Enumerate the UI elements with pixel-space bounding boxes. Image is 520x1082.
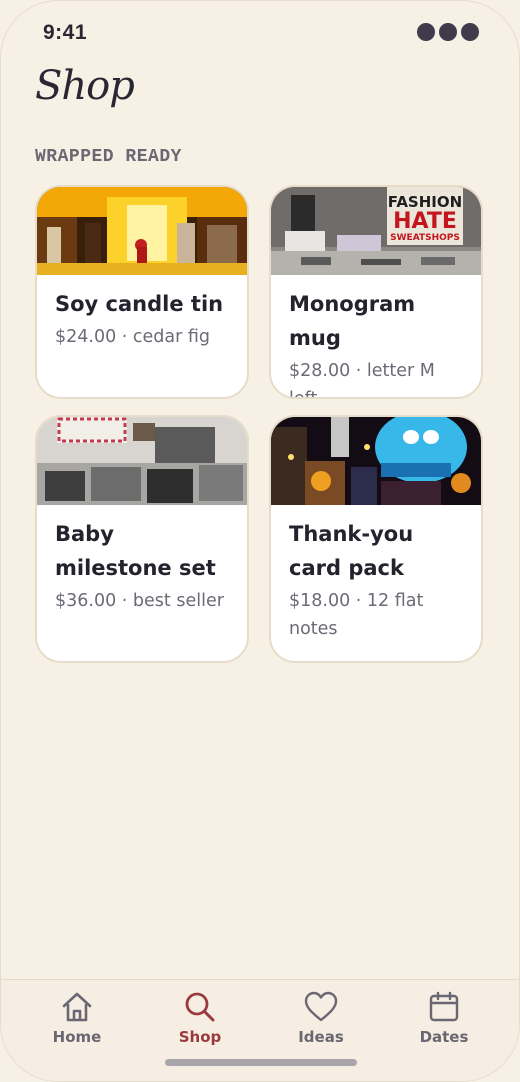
tab-label: Dates bbox=[419, 1028, 469, 1046]
status-time: 9:41 bbox=[43, 21, 88, 44]
more-dots-icon bbox=[417, 23, 479, 41]
product-meta: $36.00 · best seller bbox=[55, 591, 224, 611]
tab-bar: Home Shop Ideas Dates bbox=[1, 979, 519, 1081]
status-bar: 9:41 bbox=[1, 1, 519, 65]
search-icon bbox=[185, 992, 215, 1022]
product-card-soy-candle-tin[interactable]: Soy candle tin $24.00 · cedar fig bbox=[35, 185, 249, 399]
product-photo bbox=[271, 417, 481, 505]
page-title: Shop bbox=[35, 63, 135, 109]
product-meta: $18.00 · 12 flat notes bbox=[289, 591, 424, 639]
product-title: Thank-you card pack bbox=[289, 522, 414, 580]
phone-screen: 9:41 Shop WRAPPED READY Soy candle tin $… bbox=[0, 0, 520, 1082]
product-photo bbox=[37, 417, 247, 505]
product-card-monogram-mug[interactable]: FASHION HATE SWEATSHOPS Monogram mug $28… bbox=[269, 185, 483, 399]
calendar-icon bbox=[429, 991, 459, 1022]
home-icon bbox=[62, 992, 92, 1022]
product-meta: $24.00 · cedar fig bbox=[55, 327, 211, 347]
tab-ideas[interactable]: Ideas bbox=[266, 990, 376, 1046]
home-indicator[interactable] bbox=[165, 1059, 357, 1066]
tab-label: Home bbox=[52, 1028, 102, 1046]
section-label: WRAPPED READY bbox=[35, 147, 182, 167]
sign-text-2: HATE bbox=[393, 209, 457, 234]
product-card-thank-you-card-pack[interactable]: Thank-you card pack $18.00 · 12 flat not… bbox=[269, 415, 483, 663]
sign-text-3: SWEATSHOPS bbox=[390, 233, 460, 243]
dot bbox=[461, 23, 479, 41]
product-photo bbox=[37, 187, 247, 275]
tab-home[interactable]: Home bbox=[22, 990, 132, 1046]
product-photo: FASHION HATE SWEATSHOPS bbox=[271, 187, 481, 275]
product-title: Monogram mug bbox=[289, 292, 416, 350]
heart-icon bbox=[304, 991, 338, 1022]
product-title: Soy candle tin bbox=[55, 292, 224, 316]
tab-shop[interactable]: Shop bbox=[145, 990, 255, 1046]
tab-label: Shop bbox=[178, 1028, 222, 1046]
tab-dates[interactable]: Dates bbox=[389, 990, 499, 1046]
product-card-baby-milestone-set[interactable]: Baby milestone set $36.00 · best seller bbox=[35, 415, 249, 663]
dot bbox=[439, 23, 457, 41]
product-title: Baby milestone set bbox=[55, 522, 216, 580]
dot bbox=[417, 23, 435, 41]
product-meta: $28.00 · letter M left bbox=[289, 361, 435, 399]
tab-label: Ideas bbox=[298, 1028, 344, 1046]
